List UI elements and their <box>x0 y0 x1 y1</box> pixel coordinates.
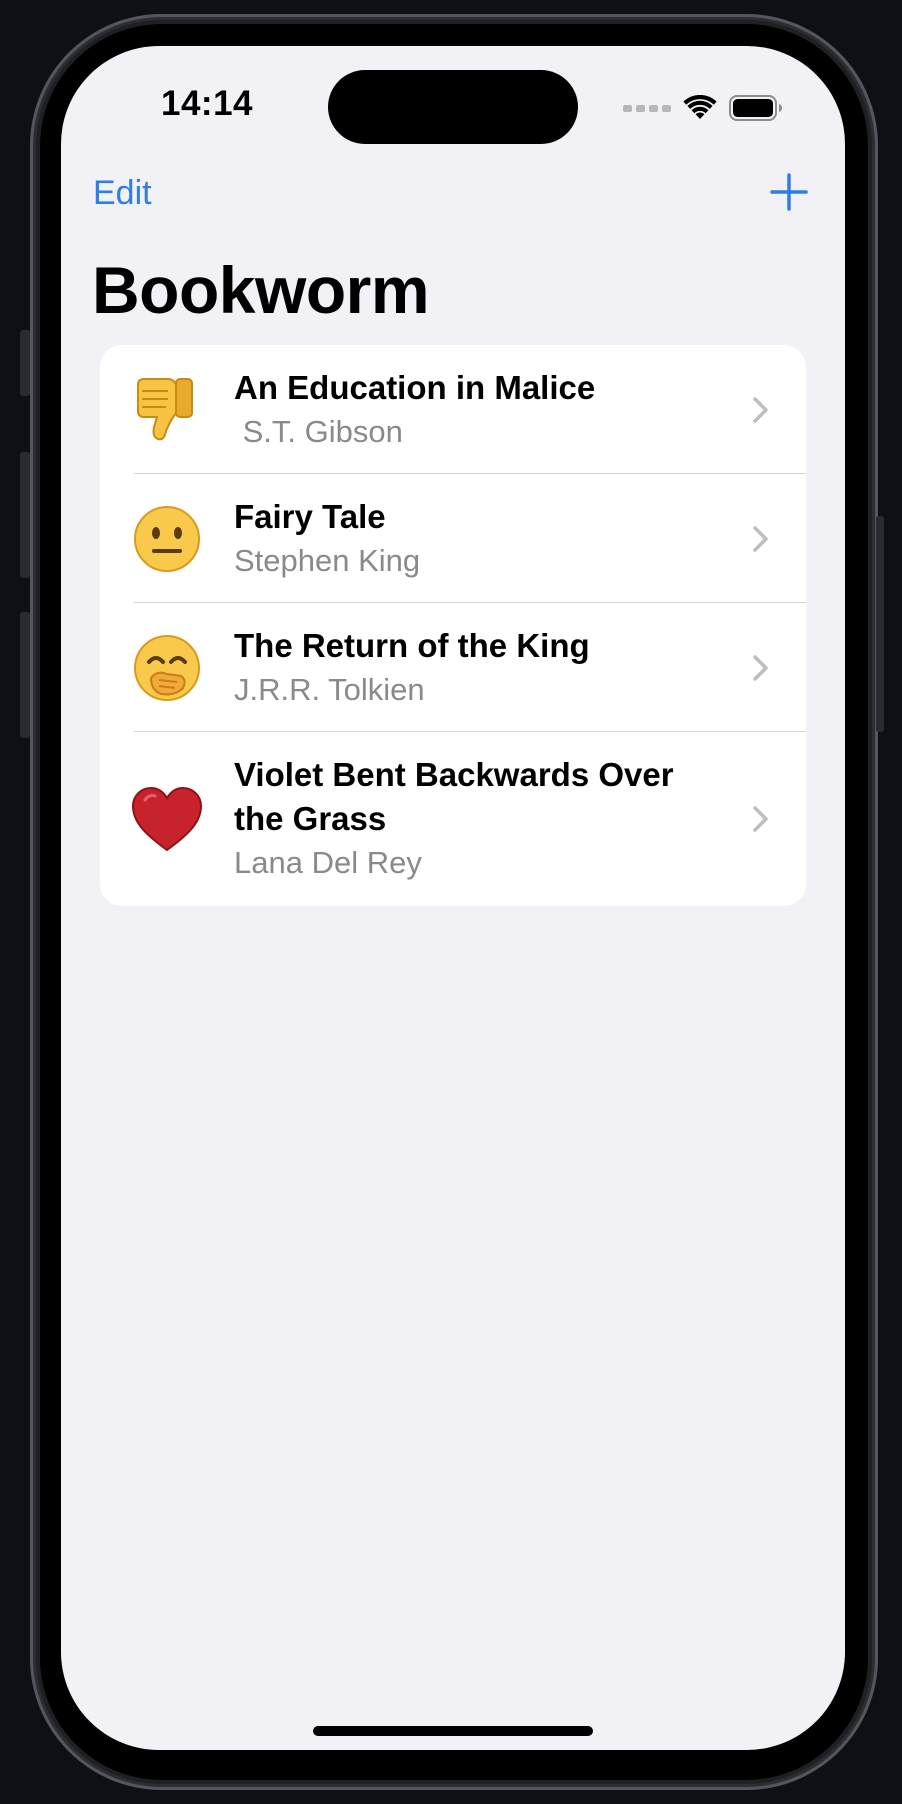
book-author: J.R.R. Tolkien <box>234 671 425 707</box>
book-title: Fairy Tale <box>234 497 386 535</box>
page-title: Bookworm <box>92 253 430 327</box>
volume-up-button <box>20 452 30 578</box>
status-time: 14:14 <box>161 84 254 123</box>
chevron-right-icon <box>753 525 768 552</box>
book-author: Lana Del Rey <box>234 845 422 880</box>
book-list: An Education in Malice S.T. Gibson Fairy… <box>100 345 806 906</box>
thumbs-down-icon <box>100 375 234 445</box>
power-button <box>876 516 884 732</box>
book-row[interactable]: Violet Bent Backwards Over the Grass Lan… <box>100 732 806 906</box>
neutral-face-icon <box>100 505 234 573</box>
home-indicator[interactable] <box>313 1726 593 1736</box>
book-author: Stephen King <box>234 542 421 578</box>
battery-icon <box>729 95 782 121</box>
action-button <box>20 330 30 396</box>
face-with-hand-over-mouth-icon <box>100 634 234 702</box>
edit-button[interactable]: Edit <box>93 174 152 213</box>
plus-icon[interactable] <box>769 172 809 212</box>
book-row[interactable]: Fairy Tale Stephen King <box>100 474 806 603</box>
book-row[interactable]: An Education in Malice S.T. Gibson <box>100 345 806 474</box>
app-screen: 14:14 Edit Bookworm An Education in Mali… <box>61 46 845 1750</box>
book-author: S.T. Gibson <box>234 413 403 449</box>
status-icons <box>623 90 783 126</box>
book-title: The Return of the King <box>234 626 590 664</box>
chevron-right-icon <box>753 806 768 832</box>
wifi-icon <box>683 95 717 119</box>
chevron-right-icon <box>753 396 768 423</box>
chevron-right-icon <box>753 654 768 681</box>
cellular-signal-icon <box>623 104 671 112</box>
volume-down-button <box>20 612 30 738</box>
book-title: An Education in Malice <box>234 368 596 406</box>
dynamic-island <box>328 70 578 144</box>
book-title: Violet Bent Backwards Over the Grass <box>234 756 674 837</box>
book-row[interactable]: The Return of the King J.R.R. Tolkien <box>100 603 806 732</box>
red-heart-icon <box>100 786 234 852</box>
